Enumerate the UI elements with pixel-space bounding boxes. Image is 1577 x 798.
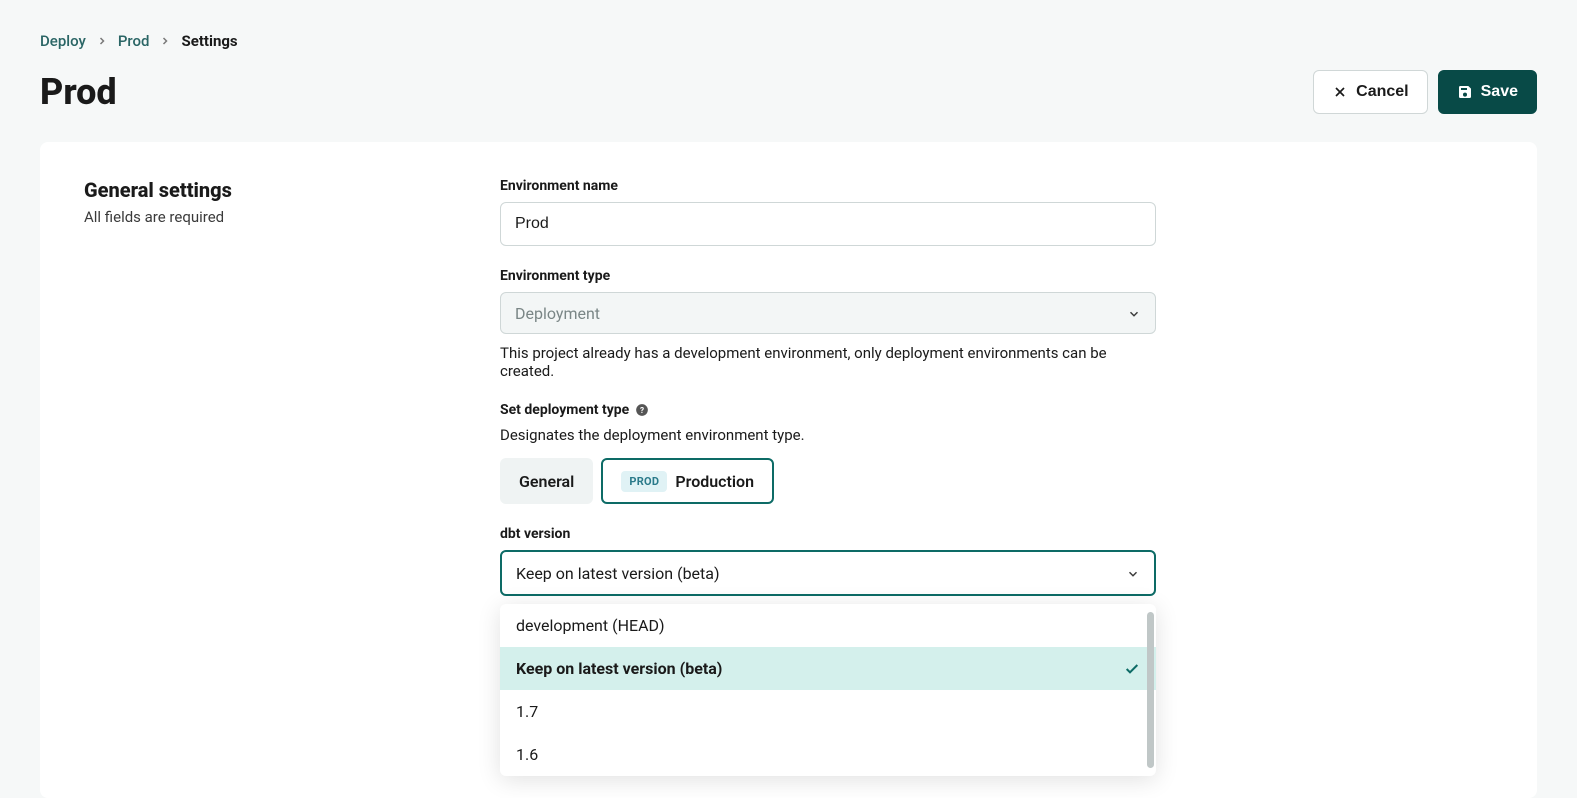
dbt-version-label: dbt version <box>500 526 1156 542</box>
prod-badge: PROD <box>621 471 667 492</box>
env-name-input[interactable] <box>500 202 1156 246</box>
option-label: development (HEAD) <box>516 616 665 635</box>
dbt-version-option-latest-beta[interactable]: Keep on latest version (beta) <box>500 647 1156 690</box>
breadcrumb-current: Settings <box>181 32 237 50</box>
dbt-version-dropdown: development (HEAD) Keep on latest versio… <box>500 604 1156 776</box>
breadcrumb-link-deploy[interactable]: Deploy <box>40 32 86 50</box>
dbt-version-option-1-7[interactable]: 1.7 <box>500 690 1156 733</box>
page-title: Prod <box>40 71 117 113</box>
save-button[interactable]: Save <box>1438 70 1537 114</box>
cancel-button[interactable]: Cancel <box>1313 70 1427 114</box>
help-icon[interactable]: ? <box>635 403 649 417</box>
svg-text:?: ? <box>640 405 644 415</box>
breadcrumb: Deploy Prod Settings <box>40 32 1537 50</box>
check-icon <box>1124 661 1140 677</box>
section-heading: General settings <box>84 178 460 202</box>
option-label: Keep on latest version (beta) <box>516 659 722 678</box>
deploy-type-production-label: Production <box>675 472 754 491</box>
dbt-version-select[interactable]: Keep on latest version (beta) <box>500 550 1156 596</box>
close-icon <box>1332 84 1348 100</box>
header-actions: Cancel Save <box>1313 70 1537 114</box>
dbt-version-selected-value: Keep on latest version (beta) <box>516 564 720 583</box>
chevron-down-icon <box>1127 306 1141 320</box>
settings-card: General settings All fields are required… <box>40 142 1537 798</box>
dbt-version-option-dev-head[interactable]: development (HEAD) <box>500 604 1156 647</box>
chevron-down-icon <box>1126 566 1140 580</box>
option-label: 1.7 <box>516 702 538 721</box>
env-type-select[interactable]: Deployment <box>500 292 1156 334</box>
save-button-label: Save <box>1481 83 1518 101</box>
env-type-helper: This project already has a development e… <box>500 344 1156 380</box>
deploy-type-desc: Designates the deployment environment ty… <box>500 426 1156 444</box>
env-type-value: Deployment <box>515 304 600 323</box>
env-type-label: Environment type <box>500 268 1156 284</box>
chevron-right-icon <box>159 35 171 47</box>
deploy-type-option-production[interactable]: PROD Production <box>601 458 774 504</box>
env-name-label: Environment name <box>500 178 1156 194</box>
dbt-version-option-1-6[interactable]: 1.6 <box>500 733 1156 776</box>
cancel-button-label: Cancel <box>1356 83 1408 101</box>
save-icon <box>1457 84 1473 100</box>
deploy-type-label: Set deployment type <box>500 402 629 418</box>
section-subheading: All fields are required <box>84 208 460 226</box>
chevron-right-icon <box>96 35 108 47</box>
option-label: 1.6 <box>516 745 538 764</box>
deploy-type-option-general[interactable]: General <box>500 458 593 504</box>
deploy-type-general-label: General <box>519 472 574 491</box>
breadcrumb-link-prod[interactable]: Prod <box>118 32 150 50</box>
